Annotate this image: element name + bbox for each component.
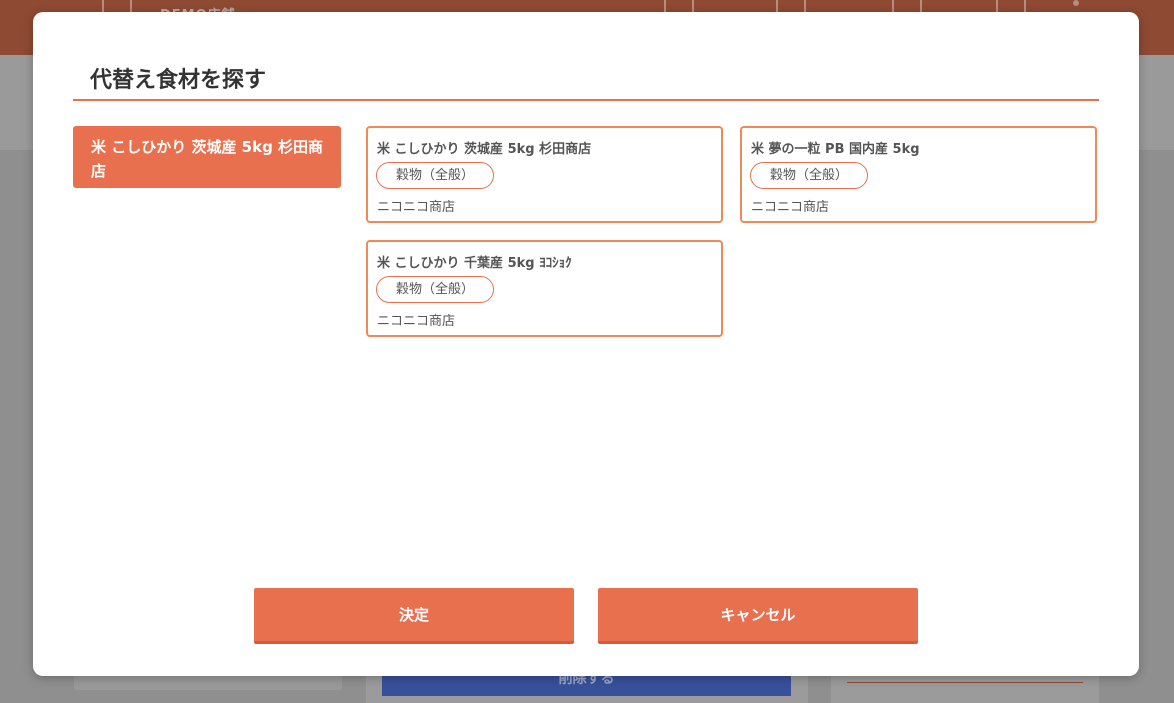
card-ingredient-name: 米 こしひかり 千葉産 5kg ﾖｺｼｮｸ bbox=[377, 256, 572, 271]
card-supplier: ニコニコ商店 bbox=[377, 314, 456, 329]
title-divider bbox=[73, 99, 1099, 101]
substitute-ingredient-modal: 代替え食材を探す 米 こしひかり 茨城産 5kg 杉田商店 米 こしひかり 茨城… bbox=[33, 12, 1139, 676]
substitute-card[interactable]: 米 こしひかり 千葉産 5kg ﾖｺｼｮｸ 穀物（全般） ニコニコ商店 bbox=[366, 240, 723, 337]
card-ingredient-name: 米 夢の一粒 PB 国内産 5kg bbox=[751, 142, 920, 157]
card-supplier: ニコニコ商店 bbox=[377, 200, 456, 215]
cancel-button[interactable]: キャンセル bbox=[598, 588, 918, 644]
card-category-badge: 穀物（全般） bbox=[376, 162, 494, 189]
substitute-card[interactable]: 米 こしひかり 茨城産 5kg 杉田商店 穀物（全般） ニコニコ商店 bbox=[366, 126, 723, 223]
card-category-badge: 穀物（全般） bbox=[750, 162, 868, 189]
modal-title: 代替え食材を探す bbox=[90, 68, 267, 93]
selected-ingredient[interactable]: 米 こしひかり 茨城産 5kg 杉田商店 bbox=[73, 126, 341, 188]
background-right-divider bbox=[847, 682, 1083, 683]
substitute-card[interactable]: 米 夢の一粒 PB 国内産 5kg 穀物（全般） ニコニコ商店 bbox=[740, 126, 1097, 223]
more-icon bbox=[1073, 0, 1079, 6]
card-category-badge: 穀物（全般） bbox=[376, 276, 494, 303]
confirm-button[interactable]: 決定 bbox=[254, 588, 574, 644]
card-ingredient-name: 米 こしひかり 茨城産 5kg 杉田商店 bbox=[377, 142, 592, 157]
card-supplier: ニコニコ商店 bbox=[751, 200, 830, 215]
